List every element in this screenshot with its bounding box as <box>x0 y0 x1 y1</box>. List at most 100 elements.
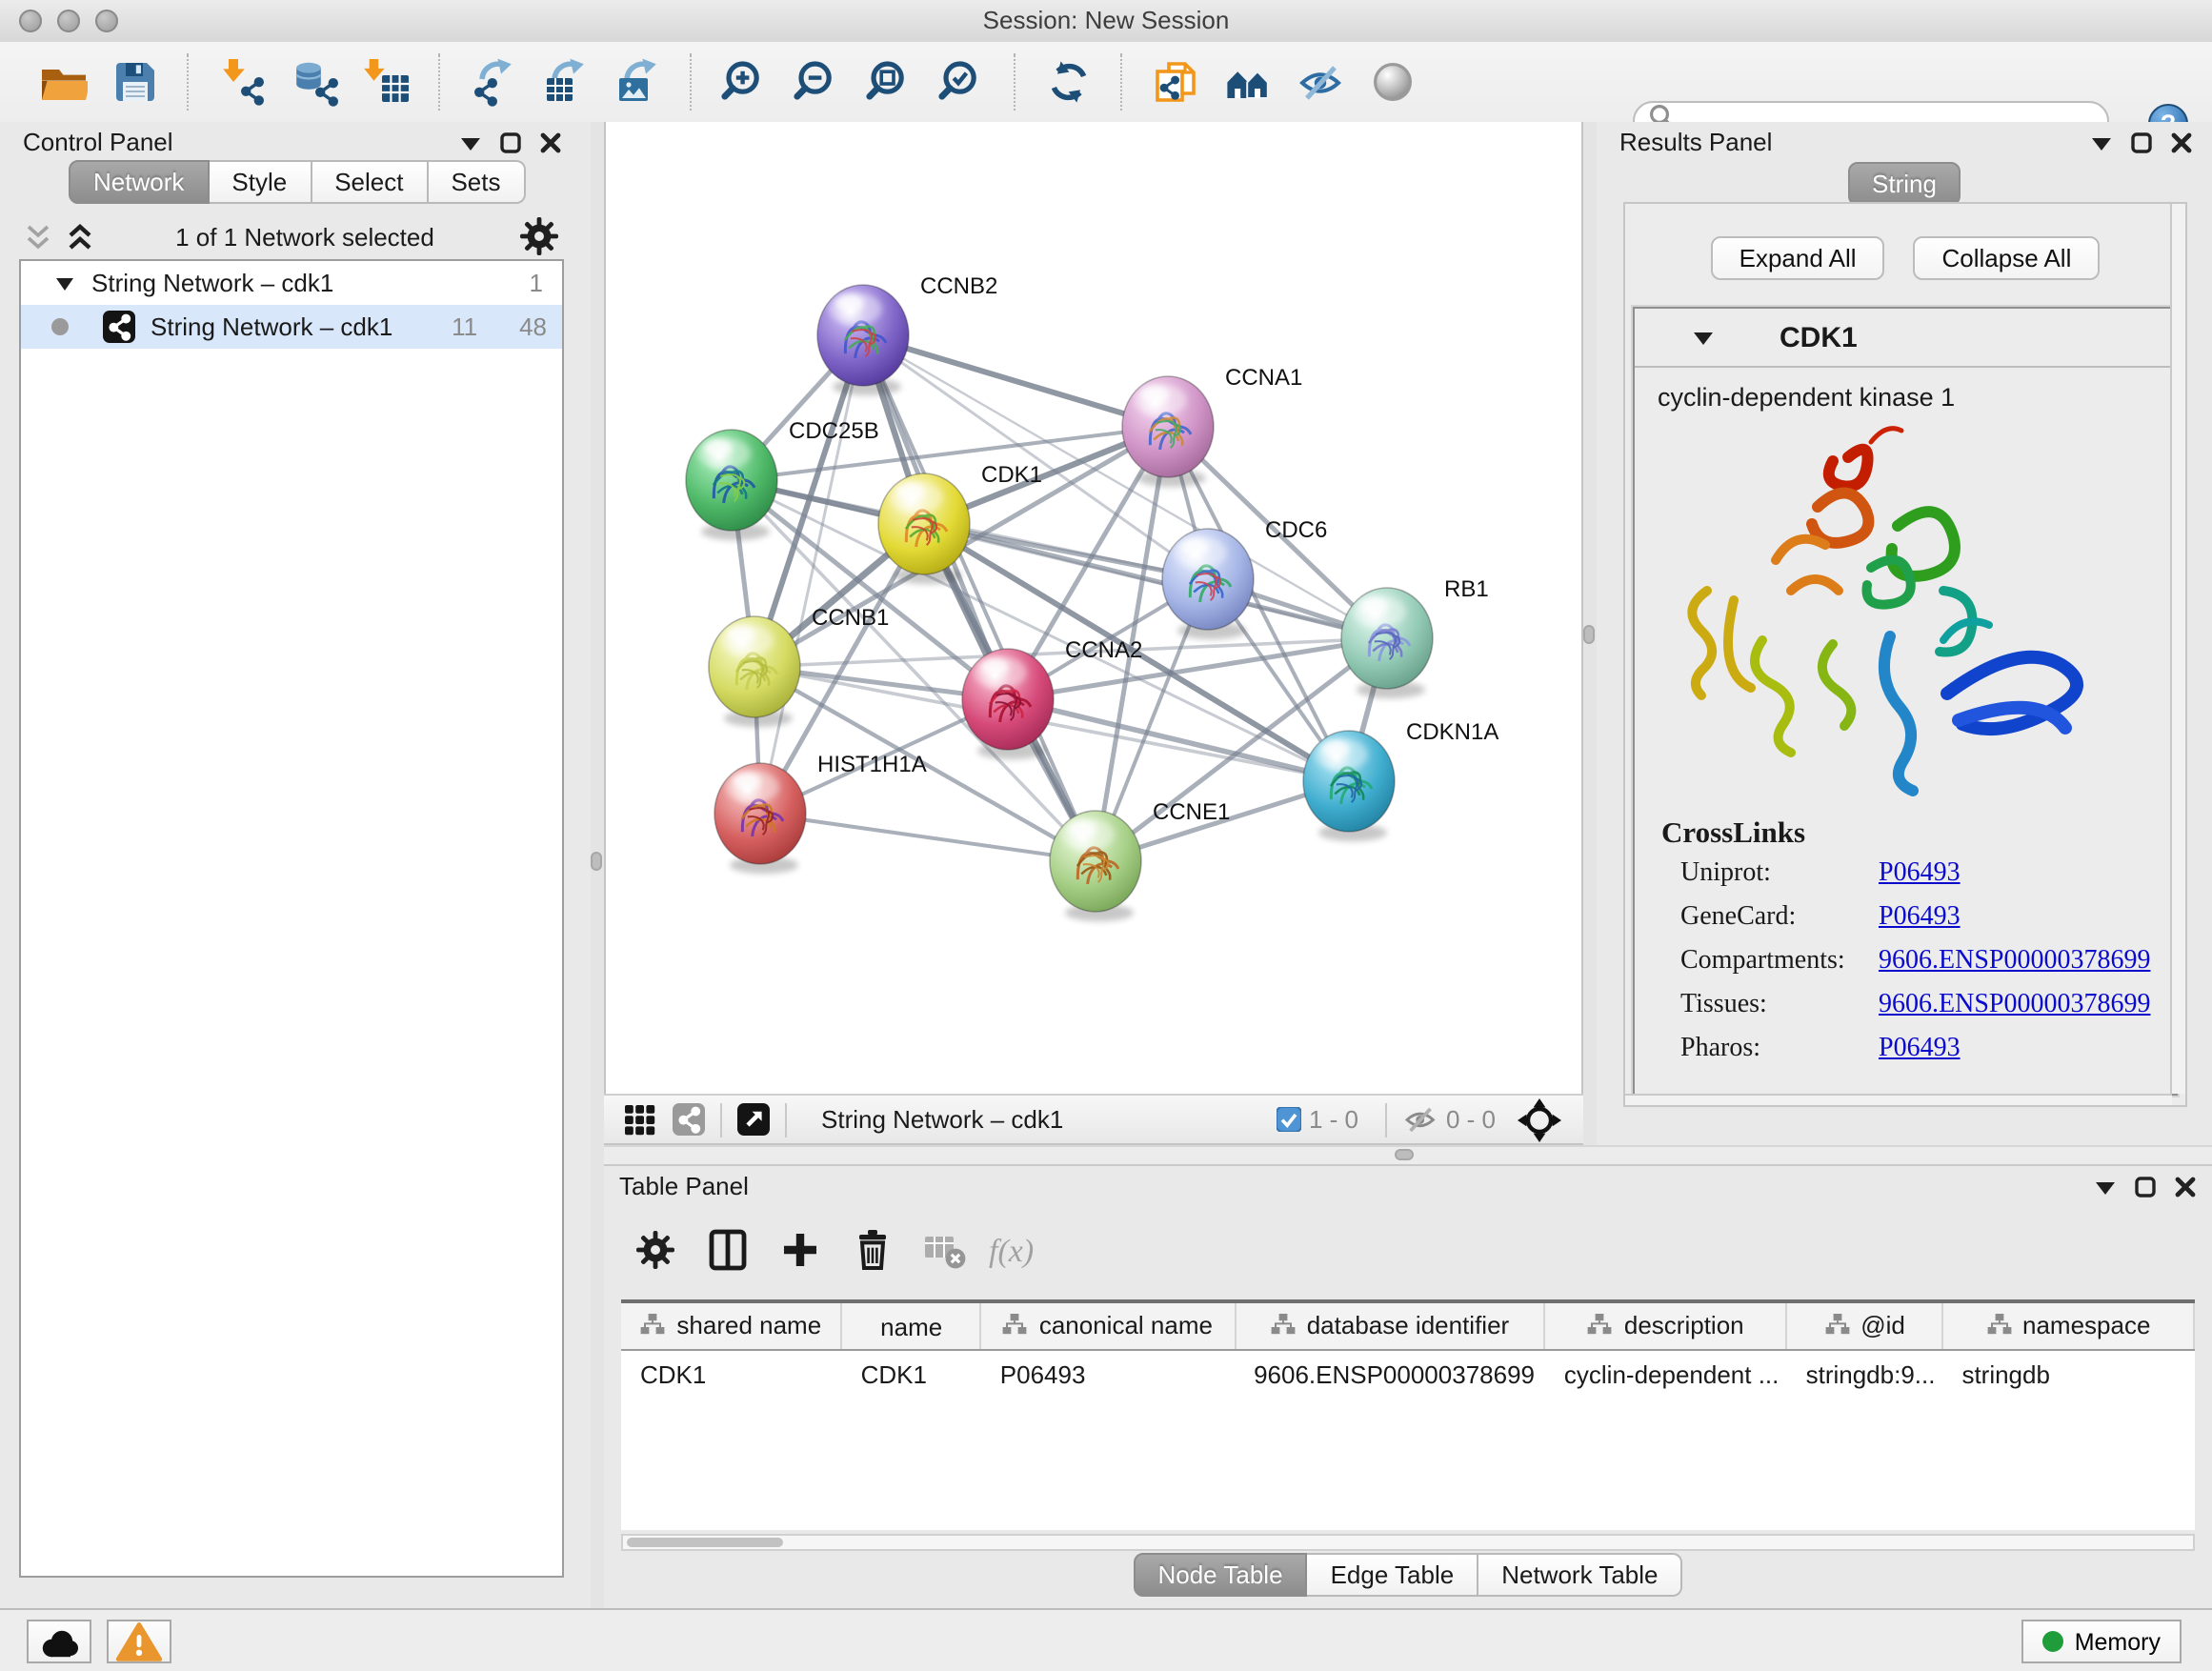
panel-float-icon[interactable] <box>499 131 522 154</box>
panel-close-icon[interactable] <box>2174 1176 2197 1198</box>
gene-description: cyclin-dependent kinase 1 <box>1658 383 2153 412</box>
network-node-CCNB1[interactable]: CCNB1 <box>709 605 889 727</box>
panel-menu-icon[interactable] <box>2094 1178 2117 1196</box>
crosslink-label: Pharos: <box>1680 1035 1879 1065</box>
network-edge[interactable] <box>863 335 1096 861</box>
column-header--id[interactable]: @id <box>1787 1303 1943 1350</box>
panel-float-icon[interactable] <box>2134 1176 2157 1198</box>
node-label-CDK1: CDK1 <box>981 462 1042 488</box>
selected-nodes-checkbox-icon[interactable] <box>1277 1107 1301 1132</box>
column-header-description[interactable]: description <box>1545 1303 1787 1350</box>
network-edge[interactable] <box>863 335 1168 427</box>
crosslink-compartments-link[interactable]: 9606.ENSP00000378699 <box>1879 947 2153 977</box>
zoom-out-button[interactable] <box>781 48 854 116</box>
gene-section-header[interactable]: CDK1 <box>1635 309 2176 368</box>
network-node-HIST1H1A[interactable]: HIST1H1A <box>714 752 927 874</box>
network-canvas[interactable]: CCNB2 CCNA1 CDC25B CDK1 CDC6 RB1 CCNB1 C… <box>604 122 1583 1094</box>
collapse-all-button[interactable]: Collapse All <box>1914 236 2101 280</box>
memory-button[interactable]: Memory <box>2021 1620 2182 1663</box>
column-header-canonical-name[interactable]: canonical name <box>981 1303 1235 1350</box>
crosslink-label: Uniprot: <box>1680 859 1879 890</box>
crosslink-pharos-link[interactable]: P06493 <box>1879 1035 2153 1065</box>
table-cell: P06493 <box>981 1350 1235 1397</box>
zoom-fit-button[interactable] <box>854 48 926 116</box>
svg-text:f(x): f(x) <box>989 1234 1034 1269</box>
collection-expander-icon[interactable] <box>55 275 74 291</box>
scrollbar-thumb[interactable] <box>627 1538 783 1547</box>
crosslink-tissues-link[interactable]: 9606.ENSP00000378699 <box>1879 991 2153 1021</box>
table-row[interactable]: CDK1CDK1P064939606.ENSP00000378699cyclin… <box>621 1350 2194 1397</box>
table-gear-button[interactable] <box>623 1219 688 1280</box>
column-header-namespace[interactable]: namespace <box>1942 1303 2194 1350</box>
table-columns-button[interactable] <box>695 1219 760 1280</box>
network-node-CDKN1A[interactable]: CDKN1A <box>1303 719 1498 841</box>
network-row[interactable]: String Network – cdk1 11 48 <box>21 305 562 349</box>
tab-string[interactable]: String <box>1847 162 1961 206</box>
save-session-button[interactable] <box>99 48 171 116</box>
panel-close-icon[interactable] <box>539 131 562 154</box>
zoom-selected-button[interactable] <box>926 48 998 116</box>
export-image-button[interactable] <box>602 48 674 116</box>
open-session-button[interactable] <box>27 48 99 116</box>
detach-view-icon[interactable] <box>737 1103 770 1136</box>
tab-style[interactable]: Style <box>209 160 312 204</box>
collapse-all-icon[interactable] <box>23 222 53 251</box>
show-all-button[interactable] <box>1357 48 1429 116</box>
tab-sets[interactable]: Sets <box>428 160 525 204</box>
tab-network[interactable]: Network <box>69 160 209 204</box>
network-node-CCNE1[interactable]: CCNE1 <box>1050 799 1230 921</box>
network-collection-row[interactable]: String Network – cdk1 1 <box>21 261 562 305</box>
panel-float-icon[interactable] <box>2130 131 2153 154</box>
export-network-button[interactable] <box>457 48 530 116</box>
splitter-grip[interactable] <box>1395 1149 1414 1160</box>
network-node-RB1[interactable]: RB1 <box>1341 576 1489 698</box>
table-horizontal-scrollbar[interactable] <box>621 1534 2195 1551</box>
tab-network-table[interactable]: Network Table <box>1478 1553 1682 1597</box>
panel-menu-icon[interactable] <box>459 134 482 151</box>
toolbar-separator <box>1120 53 1139 111</box>
section-expander-icon[interactable] <box>1692 329 1715 346</box>
crosslink-uniprot-link[interactable]: P06493 <box>1879 859 2153 890</box>
node-label-CCNE1: CCNE1 <box>1153 799 1230 825</box>
network-edge[interactable] <box>760 814 1096 861</box>
cloud-status-button[interactable] <box>27 1620 91 1663</box>
hide-selected-button[interactable] <box>1284 48 1357 116</box>
network-node-CDC6[interactable]: CDC6 <box>1162 517 1327 639</box>
splitter-grip[interactable] <box>1583 625 1595 644</box>
column-header-name[interactable]: name <box>842 1303 981 1350</box>
tab-select[interactable]: Select <box>312 160 428 204</box>
panel-menu-icon[interactable] <box>2090 134 2113 151</box>
results-vertical-scrollbar[interactable] <box>2170 204 2185 1094</box>
import-network-database-button[interactable] <box>278 48 351 116</box>
network-node-CCNB2[interactable]: CCNB2 <box>817 273 997 395</box>
splitter-grip[interactable] <box>591 852 602 871</box>
first-neighbors-button[interactable] <box>1212 48 1284 116</box>
network-node-CDK1[interactable]: CDK1 <box>878 462 1042 584</box>
panel-close-icon[interactable] <box>2170 131 2193 154</box>
warnings-button[interactable] <box>107 1620 171 1663</box>
tab-edge-table[interactable]: Edge Table <box>1308 1553 1479 1597</box>
node-label-CDC6: CDC6 <box>1265 517 1327 543</box>
expand-all-button[interactable]: Expand All <box>1711 236 1885 280</box>
column-header-shared-name[interactable]: shared name <box>621 1303 842 1350</box>
column-header-database-identifier[interactable]: database identifier <box>1235 1303 1545 1350</box>
refresh-button[interactable] <box>1033 48 1105 116</box>
network-edge[interactable] <box>1008 699 1349 781</box>
tab-node-table[interactable]: Node Table <box>1133 1553 1307 1597</box>
results-horizontal-scrollbar[interactable] <box>1625 1094 2172 1105</box>
export-table-button[interactable] <box>530 48 602 116</box>
import-table-button[interactable] <box>351 48 423 116</box>
crosslink-genecard-link[interactable]: P06493 <box>1879 903 2153 934</box>
birdseye-grid-icon[interactable] <box>623 1102 657 1137</box>
network-type-icon[interactable] <box>673 1103 705 1136</box>
zoom-in-button[interactable] <box>709 48 781 116</box>
import-network-file-button[interactable] <box>206 48 278 116</box>
table-add-button[interactable] <box>768 1219 833 1280</box>
clone-network-button[interactable] <box>1139 48 1212 116</box>
fit-selected-crosshair-icon[interactable] <box>1515 1095 1564 1144</box>
table-trash-button[interactable] <box>840 1219 905 1280</box>
network-options-gear-icon[interactable] <box>514 211 564 261</box>
node-label-CCNB1: CCNB1 <box>812 605 889 631</box>
expand-all-icon[interactable] <box>65 222 95 251</box>
title-bar: Session: New Session <box>0 0 2212 44</box>
